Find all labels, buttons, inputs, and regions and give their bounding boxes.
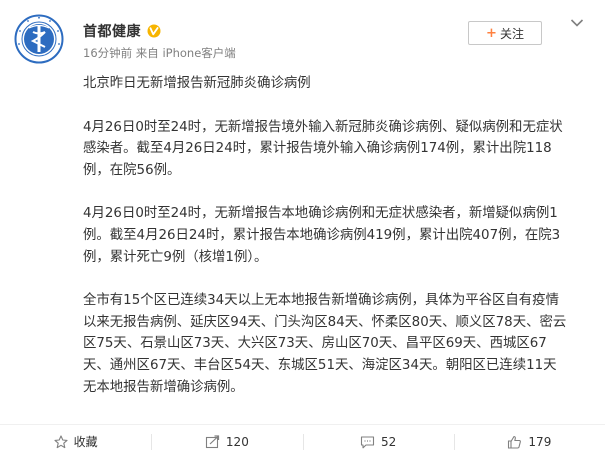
- text-line: 例，在院56例。: [83, 162, 181, 178]
- favorite-label: 收藏: [73, 435, 98, 449]
- text-line: 4月26日0时至24时，无新增报告境外输入新冠肺炎确诊病例、疑似病例和无症状: [83, 119, 563, 135]
- post-time[interactable]: 16分钟前: [83, 45, 132, 61]
- comment-button[interactable]: 52: [302, 425, 454, 458]
- comment-icon: [360, 435, 375, 448]
- comment-count: 52: [380, 434, 397, 449]
- post-meta: 16分钟前 来自 iPhone客户端: [83, 45, 236, 61]
- follow-button[interactable]: + 关注: [468, 21, 542, 45]
- repost-icon: [205, 434, 220, 448]
- text-line: 区75天、石景山区73天、大兴区73天、房山区70天、昌平区69天、西城区67: [83, 336, 547, 352]
- author-name[interactable]: 首都健康: [83, 21, 141, 41]
- text-line: 以来无报告病例、延庆区94天、门头沟区84天、怀柔区80天、顺义区78天、密云: [83, 314, 567, 330]
- like-count: 179: [528, 434, 552, 449]
- repost-button[interactable]: 120: [151, 425, 302, 458]
- text-line: 例，累计死亡9例（核增1例）。: [83, 249, 268, 265]
- text-line: 4月26日0时至24时，无新增报告本地确诊病例和无症状感染者，新增疑似病例1: [83, 206, 558, 222]
- weibo-post-card: 首都健康 16分钟前 来自 iPhone客户端 + 关注 北京昨日无新增报告新冠…: [0, 0, 605, 458]
- repost-count: 120: [225, 434, 249, 449]
- action-bar: 收藏 120 52 179: [0, 424, 605, 458]
- text-line: 例。截至4月26日24时，累计报告本地确诊病例419例，累计出院407例，在院3: [83, 227, 561, 243]
- follow-label: 关注: [499, 26, 524, 41]
- post-headline: 北京昨日无新增报告新冠肺炎确诊病例: [83, 76, 311, 91]
- text-line: 感染者。截至4月26日24时，累计报告境外输入确诊病例174例，累计出院118: [83, 141, 552, 157]
- author-row: 首都健康: [83, 20, 161, 42]
- post-text: 北京昨日无新增报告新冠肺炎确诊病例 4月26日0时至24时，无新增报告境外输入新…: [83, 73, 593, 398]
- text-line: 天、通州区67天、丰台区54天、东城区51天、海淀区34天。朝阳区已连续11天: [83, 357, 557, 373]
- thumbs-up-icon: [508, 435, 522, 449]
- source-prefix: 来自: [132, 46, 163, 60]
- text-line: 无本地报告新增确诊病例。: [83, 379, 244, 395]
- like-button[interactable]: 179: [453, 425, 605, 458]
- chevron-down-icon[interactable]: [570, 18, 584, 28]
- favorite-button[interactable]: 收藏: [0, 425, 151, 458]
- avatar[interactable]: [14, 14, 64, 64]
- verified-badge-icon: [147, 24, 161, 38]
- text-line: 全市有15个区已连续34天以上无本地报告新增确诊病例，具体为平谷区自有疫情: [83, 293, 559, 309]
- star-icon: [54, 434, 68, 448]
- health-emblem-icon: [14, 14, 64, 64]
- post-source[interactable]: iPhone客户端: [162, 45, 235, 61]
- plus-icon: +: [486, 25, 497, 41]
